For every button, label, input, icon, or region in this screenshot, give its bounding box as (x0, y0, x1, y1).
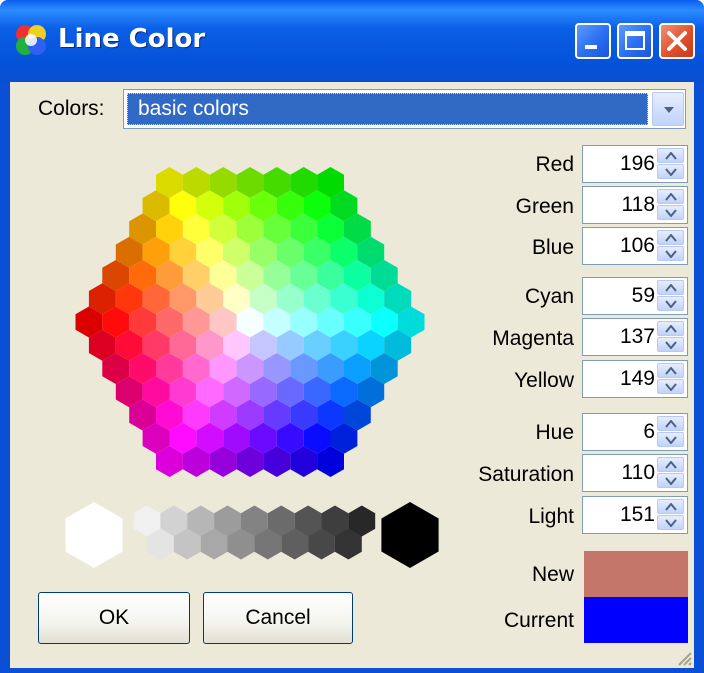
dialog-client-area: Colors: basic colors Red 196 Green 118 B… (10, 82, 694, 668)
spin-down-button[interactable] (657, 296, 684, 311)
yellow-value: 149 (619, 367, 655, 390)
spin-down-button[interactable] (657, 432, 684, 447)
colors-dropdown-selection: basic colors (127, 93, 648, 125)
spin-down-button[interactable] (657, 473, 684, 488)
colors-label: Colors: (38, 97, 105, 120)
spin-up-button[interactable] (657, 457, 684, 472)
saturation-label: Saturation (478, 463, 574, 486)
new-color-swatch (584, 551, 688, 597)
color-hexagon-palette[interactable] (65, 157, 435, 487)
spin-up-button[interactable] (657, 280, 684, 295)
red-value: 196 (619, 152, 655, 175)
chevron-up-icon (665, 284, 677, 292)
chevron-up-icon (665, 152, 677, 160)
maximize-icon (625, 31, 645, 50)
hue-value: 6 (643, 420, 655, 443)
spin-up-button[interactable] (657, 230, 684, 245)
new-color-label: New (531, 563, 574, 586)
chevron-down-icon (665, 250, 677, 258)
chevron-up-icon (665, 234, 677, 242)
hue-label: Hue (535, 421, 574, 444)
red-label: Red (535, 153, 574, 176)
minimize-button[interactable] (575, 23, 611, 59)
current-color-swatch (584, 597, 688, 643)
spin-up-button[interactable] (657, 189, 684, 204)
chevron-up-icon (665, 367, 677, 375)
chevron-up-icon (665, 461, 677, 469)
magenta-spinner[interactable]: 137 (582, 318, 688, 356)
light-label: Light (528, 505, 574, 528)
hue-spinner[interactable]: 6 (582, 413, 688, 451)
chevron-up-icon (665, 193, 677, 201)
chevron-down-icon (665, 168, 677, 176)
gray-cell[interactable] (65, 502, 123, 568)
close-icon (667, 31, 687, 51)
chevron-down-icon (665, 383, 677, 391)
colors-dropdown[interactable]: basic colors (123, 89, 686, 129)
chevron-up-icon (665, 420, 677, 428)
yellow-spinner[interactable]: 149 (582, 360, 688, 398)
close-button[interactable] (659, 23, 695, 59)
spin-up-button[interactable] (657, 416, 684, 431)
chevron-up-icon (665, 325, 677, 333)
chevron-down-icon (665, 519, 677, 527)
chevron-down-icon (665, 341, 677, 349)
blue-label: Blue (531, 236, 574, 259)
spin-up-button[interactable] (657, 499, 684, 514)
maximize-button[interactable] (617, 23, 653, 59)
spin-up-button[interactable] (657, 321, 684, 336)
cyan-value: 59 (631, 284, 655, 307)
spin-up-button[interactable] (657, 363, 684, 378)
light-spinner[interactable]: 151 (582, 496, 688, 534)
yellow-label: Yellow (514, 369, 574, 392)
saturation-value: 110 (621, 461, 655, 484)
title-bar[interactable]: Line Color (0, 0, 704, 82)
chevron-up-icon (665, 503, 677, 511)
dialog-window: Line Color Colors: basic colors Red 196 (0, 0, 704, 673)
green-spinner[interactable]: 118 (582, 186, 688, 224)
spin-down-button[interactable] (657, 379, 684, 394)
colors-dropdown-value: basic colors (138, 97, 249, 120)
saturation-spinner[interactable]: 110 (582, 454, 688, 492)
spin-up-button[interactable] (657, 148, 684, 163)
spin-down-button[interactable] (657, 515, 684, 530)
magenta-label: Magenta (492, 327, 574, 350)
chevron-down-icon (665, 300, 677, 308)
green-value: 118 (621, 193, 655, 216)
green-label: Green (515, 195, 574, 218)
color-palette-icon (16, 25, 46, 55)
dropdown-arrow-button[interactable] (652, 92, 684, 126)
spin-down-button[interactable] (657, 246, 684, 261)
spin-down-button[interactable] (657, 164, 684, 179)
chevron-down-icon (664, 107, 674, 113)
cyan-spinner[interactable]: 59 (582, 277, 688, 315)
spin-down-button[interactable] (657, 205, 684, 220)
current-color-label: Current (503, 609, 574, 632)
blue-spinner[interactable]: 106 (582, 227, 688, 265)
red-spinner[interactable]: 196 (582, 145, 688, 183)
ok-button[interactable]: OK (38, 592, 190, 644)
cancel-button[interactable]: Cancel (203, 592, 353, 644)
resize-grip-icon[interactable] (674, 648, 692, 666)
minimize-icon (585, 45, 597, 49)
blue-value: 106 (619, 234, 655, 257)
light-value: 151 (619, 503, 655, 526)
magenta-value: 137 (619, 325, 655, 348)
chevron-down-icon (665, 477, 677, 485)
spin-down-button[interactable] (657, 337, 684, 352)
cyan-label: Cyan (524, 285, 574, 308)
chevron-down-icon (665, 209, 677, 217)
window-title: Line Color (58, 24, 206, 54)
chevron-down-icon (665, 436, 677, 444)
